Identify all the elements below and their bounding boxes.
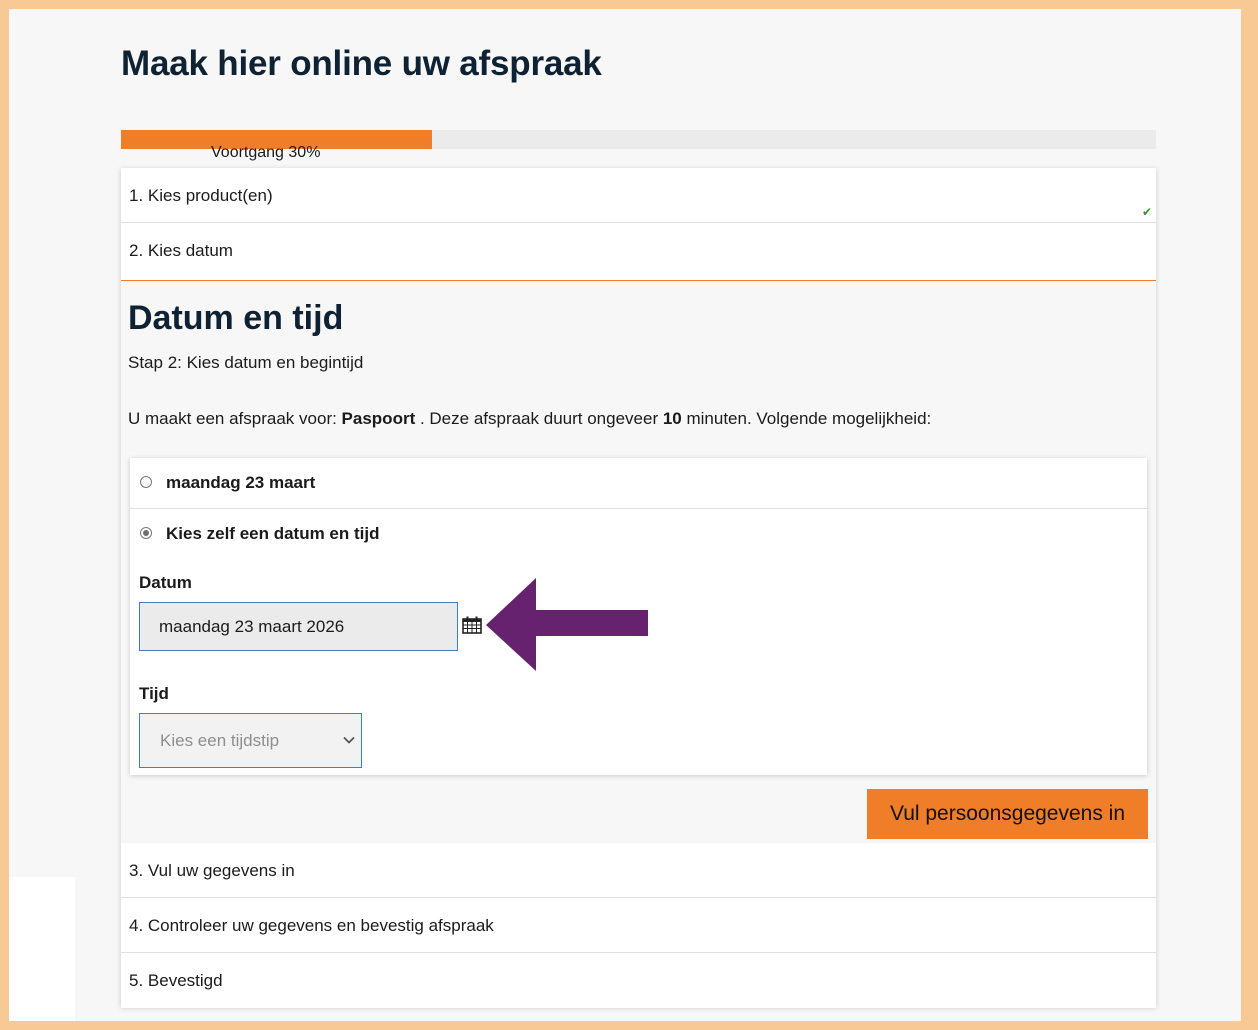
duration-value: 10 <box>662 409 682 428</box>
time-select[interactable]: Kies een tijdstip <box>139 713 362 768</box>
step-kies-datum[interactable]: 2. Kies datum <box>121 223 1156 282</box>
page-corner <box>9 877 75 1021</box>
time-select-placeholder: Kies een tijdstip <box>160 731 280 750</box>
date-input[interactable]: maandag 23 maart 2026 <box>139 602 458 651</box>
step-kies-product[interactable]: 1. Kies product(en) ✔ <box>121 168 1156 223</box>
option-choose-own[interactable]: Kies zelf een datum en tijd <box>130 509 1147 559</box>
section-title: Datum en tijd <box>128 299 344 337</box>
info-middle: . Deze afspraak duurt ongeveer <box>415 409 663 428</box>
step-bevestigd[interactable]: 5. Bevestigd <box>121 953 1156 1008</box>
time-label: Tijd <box>139 684 169 703</box>
chevron-down-icon <box>343 736 355 744</box>
info-prefix: U maakt een afspraak voor: <box>128 409 342 428</box>
step-vul-gegevens[interactable]: 3. Vul uw gegevens in <box>121 843 1156 898</box>
appointment-info: U maakt een afspraak voor: Paspoort . De… <box>128 409 931 429</box>
page-title: Maak hier online uw afspraak <box>121 44 602 83</box>
option-label: maandag 23 maart <box>166 473 316 492</box>
radio-button[interactable] <box>140 476 152 488</box>
step-label: 2. Kies datum <box>129 241 233 260</box>
fill-personal-data-button[interactable]: Vul persoonsgegevens in <box>867 789 1148 839</box>
progress-label: Voortgang 30% <box>211 144 321 161</box>
step-label: 1. Kies product(en) <box>129 186 273 205</box>
step-label: 5. Bevestigd <box>129 971 223 990</box>
check-icon: ✔ <box>1141 205 1152 219</box>
step-controleer[interactable]: 4. Controleer uw gegevens en bevestig af… <box>121 898 1156 953</box>
date-label: Datum <box>139 573 192 592</box>
radio-button[interactable] <box>140 527 152 539</box>
option-label: Kies zelf een datum en tijd <box>166 524 380 543</box>
step-label: 3. Vul uw gegevens in <box>129 861 295 880</box>
product-name: Paspoort <box>341 409 416 428</box>
arrow-left-icon <box>486 578 648 671</box>
calendar-icon[interactable] <box>462 616 482 634</box>
info-suffix: minuten. Volgende mogelijkheid: <box>681 409 932 428</box>
option-next-available[interactable]: maandag 23 maart <box>130 458 1147 509</box>
step-label: 4. Controleer uw gegevens en bevestig af… <box>129 916 494 935</box>
step-subtitle: Stap 2: Kies datum en begintijd <box>128 353 364 372</box>
step-2-panel: Datum en tijd Stap 2: Kies datum en begi… <box>121 281 1156 843</box>
